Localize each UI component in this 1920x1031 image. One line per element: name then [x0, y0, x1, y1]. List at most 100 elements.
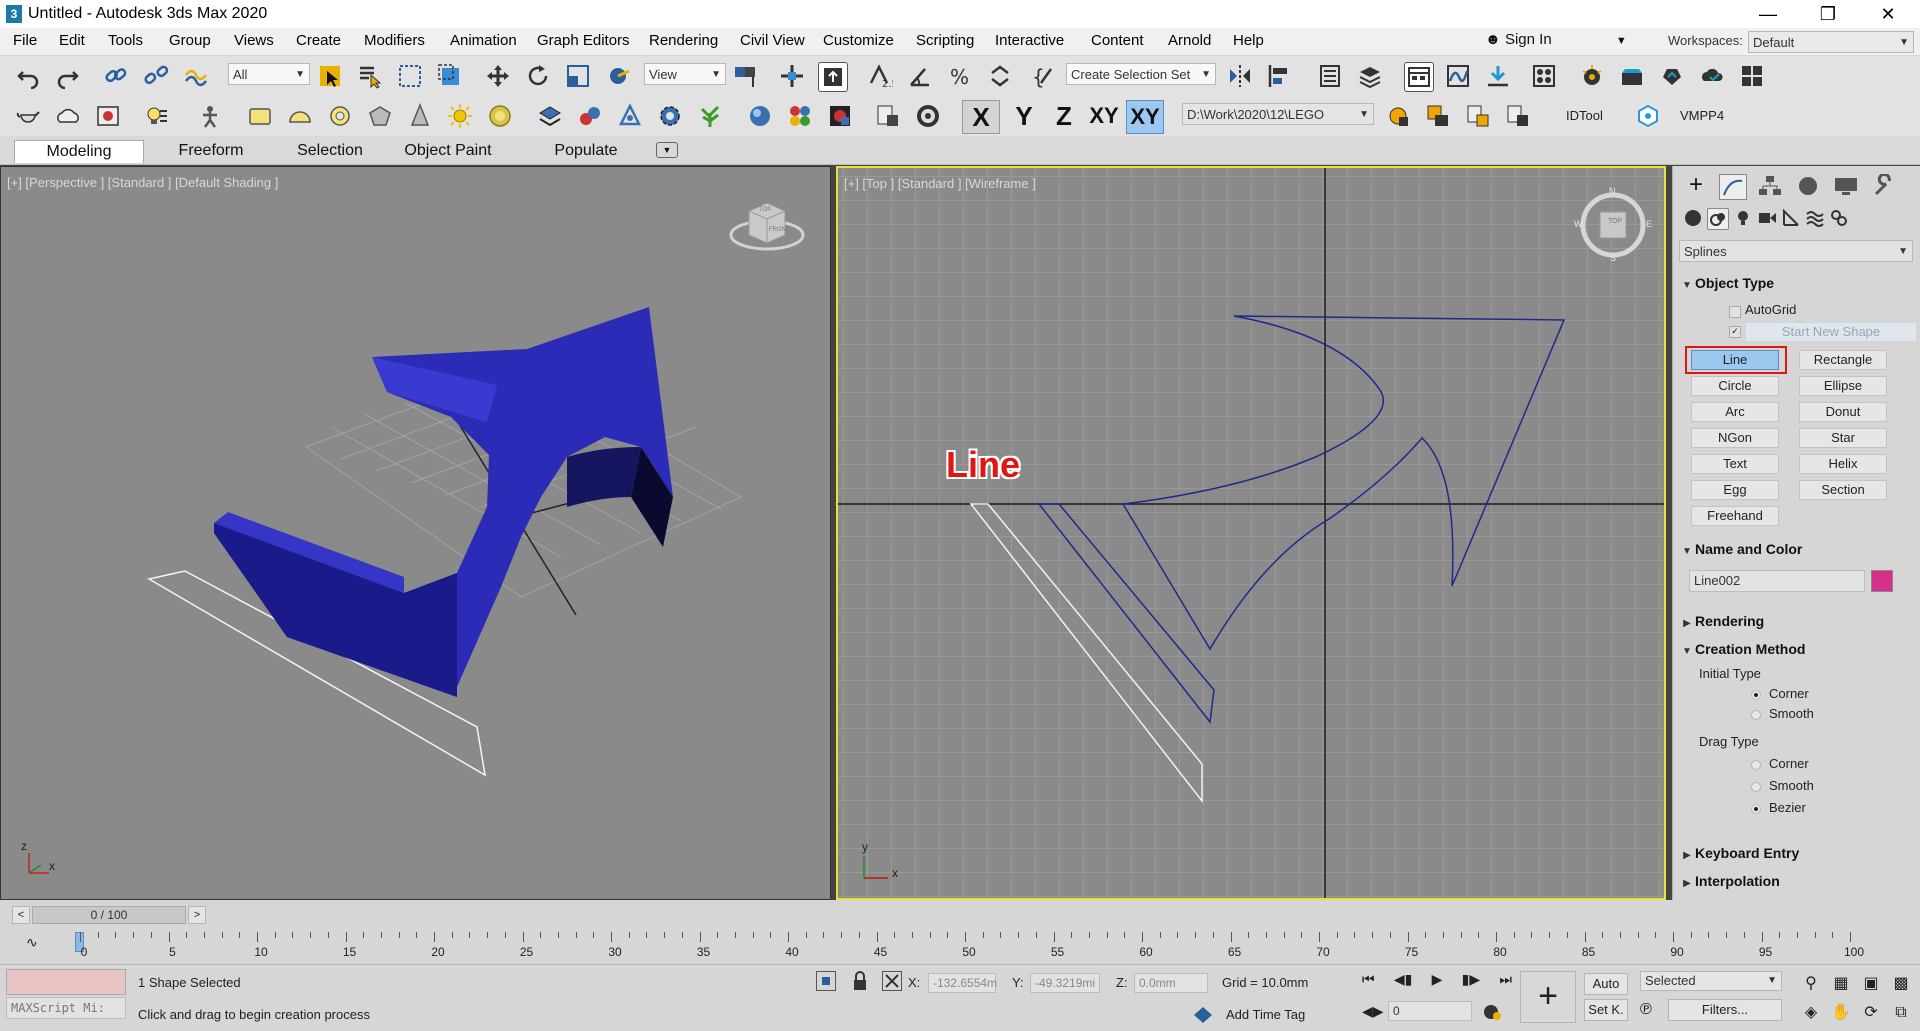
schematic-view-icon[interactable]: [1484, 62, 1512, 90]
track-bar[interactable]: ∿ 0 5 10 15 20 25 30 35 40 45 50 55 60 65 70 75 80 85 90 95…: [0, 930, 1920, 964]
create-panel-tab[interactable]: +: [1683, 173, 1709, 198]
zoom-all-icon[interactable]: ▦: [1826, 969, 1856, 998]
redo-icon[interactable]: [54, 62, 82, 90]
render-in-cloud-icon[interactable]: [1698, 62, 1726, 90]
named-selection-dropdown[interactable]: Create Selection Set ▼: [1066, 63, 1216, 85]
percent-snap-icon[interactable]: %: [946, 62, 974, 90]
script-tool-icon[interactable]: [1384, 102, 1412, 130]
y-coordinate-field[interactable]: -49.3219mi: [1030, 973, 1100, 993]
top-viewport-label[interactable]: [+] [Top ] [Standard ] [Wireframe ]: [844, 176, 1036, 191]
vmpp4-label[interactable]: VMPP4: [1680, 108, 1724, 123]
donut-button[interactable]: Donut: [1799, 402, 1887, 422]
bind-space-warp-icon[interactable]: [182, 62, 210, 90]
render-setup-icon[interactable]: [1578, 62, 1606, 90]
freehand-button[interactable]: Freehand: [1691, 506, 1779, 526]
object-name-field[interactable]: Line002: [1689, 570, 1865, 592]
maxscript-listener-output[interactable]: [6, 969, 126, 995]
arc-button[interactable]: Arc: [1691, 402, 1779, 422]
start-new-shape-button[interactable]: Start New Shape: [1745, 322, 1917, 342]
hierarchy-panel-tab[interactable]: [1757, 174, 1783, 198]
keyboard-shortcut-override-icon[interactable]: [818, 62, 848, 92]
axis-constraint-x-button[interactable]: X: [962, 100, 1000, 134]
menu-edit[interactable]: Edit: [59, 32, 85, 49]
interpolation-rollout-header[interactable]: ▶ Interpolation: [1679, 870, 1913, 892]
creation-method-rollout-header[interactable]: ▼ Creation Method: [1679, 638, 1913, 660]
star-button[interactable]: Star: [1799, 428, 1887, 448]
tab-object-paint[interactable]: Object Paint: [390, 140, 506, 162]
tab-selection[interactable]: Selection: [272, 140, 388, 162]
axis-constraint-xy-cycle-button[interactable]: XY: [1126, 100, 1164, 134]
key-filter-dropdown[interactable]: Selected ▼: [1640, 971, 1782, 991]
zoom-extents-all-icon[interactable]: ▩: [1886, 969, 1916, 998]
render-production-icon[interactable]: [1658, 62, 1686, 90]
object-type-rollout-header[interactable]: ▼ Object Type: [1679, 272, 1913, 294]
ngon-button[interactable]: NGon: [1691, 428, 1779, 448]
next-frame-icon[interactable]: ▮▶: [1462, 971, 1480, 991]
box-primitive-icon[interactable]: [246, 102, 274, 130]
menu-tools[interactable]: Tools: [108, 32, 143, 49]
display-panel-tab[interactable]: [1833, 174, 1859, 198]
place-icon[interactable]: [604, 62, 632, 90]
align-icon[interactable]: [1266, 62, 1294, 90]
maximize-viewport-icon[interactable]: ⧉: [1886, 998, 1916, 1027]
minimize-icon[interactable]: —: [1740, 0, 1796, 28]
top-viewport[interactable]: [+] [Top ] [Standard ] [Wireframe ] Line…: [836, 166, 1666, 900]
rectangle-button[interactable]: Rectangle: [1799, 350, 1887, 370]
time-slider-prev-button[interactable]: <: [12, 906, 30, 924]
menu-scripting[interactable]: Scripting: [916, 32, 974, 49]
ellipse-button[interactable]: Ellipse: [1799, 376, 1887, 396]
move-icon[interactable]: [484, 62, 512, 90]
reference-coordinate-dropdown[interactable]: View ▼: [644, 63, 726, 85]
maximize-icon[interactable]: ❐: [1800, 0, 1856, 28]
set-key-big-button[interactable]: +: [1520, 971, 1576, 1023]
tab-populate[interactable]: Populate: [546, 140, 626, 162]
menu-customize[interactable]: Customize: [823, 32, 894, 49]
tab-freeform[interactable]: Freeform: [150, 140, 272, 162]
cone-icon[interactable]: [406, 102, 434, 130]
hedra-icon[interactable]: [366, 102, 394, 130]
axis-constraint-xy-button[interactable]: XY: [1086, 100, 1122, 132]
menu-create[interactable]: Create: [296, 32, 341, 49]
zoom-extents-icon[interactable]: ▣: [1856, 969, 1886, 998]
perspective-viewport-label[interactable]: [+] [Perspective ] [Standard ] [Default …: [7, 175, 278, 190]
material-slots-icon[interactable]: [786, 102, 814, 130]
go-to-end-icon[interactable]: ⏭: [1499, 971, 1512, 991]
egg-button[interactable]: Egg: [1691, 480, 1779, 500]
start-new-shape-checkbox[interactable]: ✓: [1729, 326, 1741, 338]
array-icon[interactable]: [536, 102, 564, 130]
undo-icon[interactable]: [14, 62, 42, 90]
object-color-swatch[interactable]: [1871, 570, 1893, 592]
z-coordinate-field[interactable]: 0.0mm: [1134, 973, 1208, 993]
play-icon[interactable]: ▶: [1432, 971, 1443, 991]
menu-graph-editors[interactable]: Graph Editors: [537, 32, 630, 49]
app-icon[interactable]: 3: [6, 5, 22, 23]
sun-icon[interactable]: [446, 102, 474, 130]
shape-type-dropdown[interactable]: Splines ▼: [1679, 240, 1913, 262]
x-coordinate-field[interactable]: -132.6554m: [928, 973, 997, 993]
rotate-icon[interactable]: [524, 62, 552, 90]
vmpp4-icon[interactable]: [1634, 102, 1662, 130]
light-lister-icon[interactable]: [142, 102, 170, 130]
key-mode-icon[interactable]: ◀▶: [1362, 1003, 1384, 1020]
maxscript-listener-input[interactable]: MAXScript Mi:: [6, 997, 126, 1019]
drag-bezier-radio[interactable]: [1751, 804, 1761, 814]
menu-help[interactable]: Help: [1233, 32, 1264, 49]
merge-tool-icon[interactable]: [1504, 102, 1532, 130]
edit-named-selection-icon[interactable]: {: [1030, 62, 1058, 90]
zoom-icon[interactable]: ⚲: [1796, 969, 1826, 998]
menu-arnold[interactable]: Arnold: [1168, 32, 1211, 49]
render-to-texture-icon[interactable]: [874, 102, 902, 130]
layer-tool-icon[interactable]: [1424, 102, 1452, 130]
key-filter-icon[interactable]: ℗: [1640, 1001, 1662, 1023]
project-folder-dropdown[interactable]: D:\Work\2020\12\LEGO ▼: [1182, 103, 1374, 125]
tab-modeling[interactable]: Modeling: [14, 140, 144, 163]
menu-civil-view[interactable]: Civil View: [740, 32, 805, 49]
curve-editor-icon[interactable]: [1444, 62, 1472, 90]
rendering-rollout-header[interactable]: ▶ Rendering: [1679, 610, 1913, 632]
menu-interactive[interactable]: Interactive: [995, 32, 1064, 49]
current-frame-field[interactable]: 0: [1388, 1001, 1472, 1021]
menu-modifiers[interactable]: Modifiers: [364, 32, 425, 49]
capsule-icon[interactable]: [576, 102, 604, 130]
cameras-category-icon[interactable]: [1757, 208, 1777, 228]
text-button[interactable]: Text: [1691, 454, 1779, 474]
